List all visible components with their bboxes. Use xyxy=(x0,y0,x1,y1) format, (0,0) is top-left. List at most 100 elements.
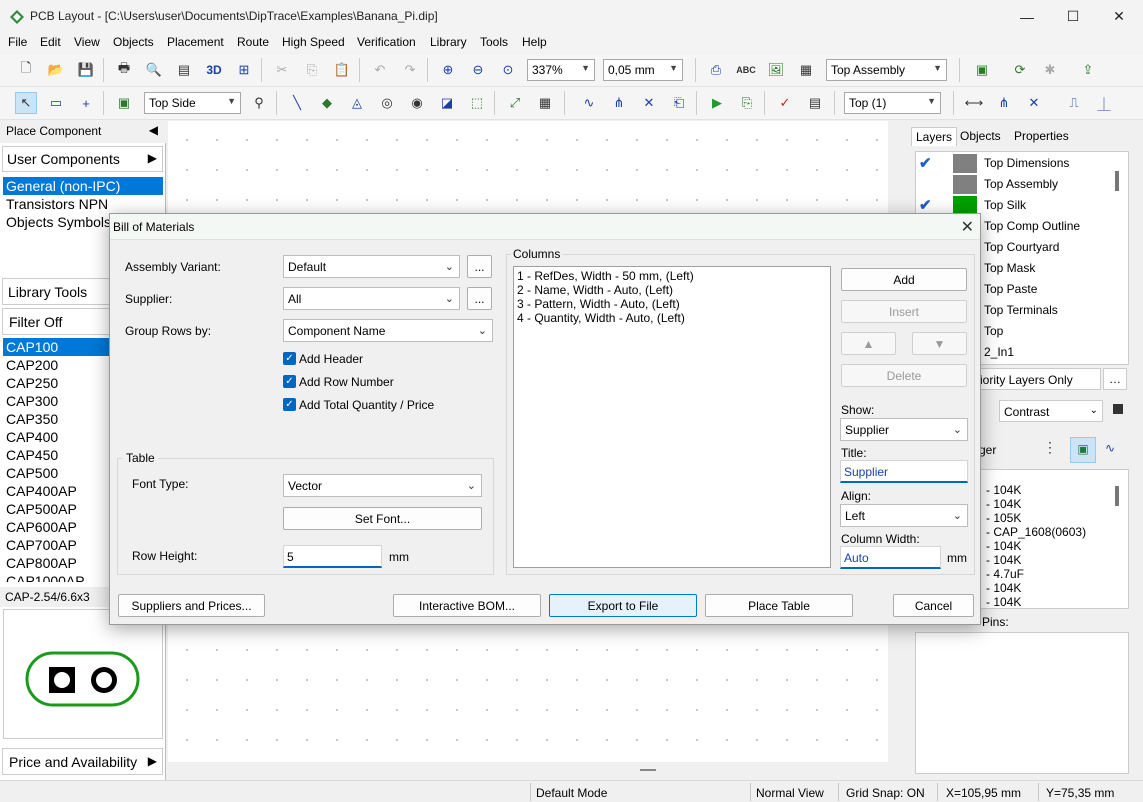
tab-properties[interactable]: Properties xyxy=(1010,127,1073,145)
menu-tools[interactable]: Tools xyxy=(480,35,508,49)
price-availability-button[interactable]: Price and Availability ▶ xyxy=(2,748,163,775)
menu-file[interactable]: File xyxy=(8,35,27,49)
column-title-input[interactable]: Supplier xyxy=(840,460,968,483)
menu-objects[interactable]: Objects xyxy=(113,35,154,49)
copper-pour-icon[interactable]: ◪ xyxy=(436,92,458,114)
interactive-bom-button[interactable]: Interactive BOM... xyxy=(393,594,541,617)
print-settings-icon[interactable]: ⎙ xyxy=(705,59,727,81)
tab-layers[interactable]: Layers xyxy=(911,127,958,146)
horizontal-scrollbar[interactable] xyxy=(168,762,888,780)
suppliers-prices-button[interactable]: Suppliers and Prices... xyxy=(118,594,265,617)
list-item[interactable]: 1 - RefDes, Width - 50 mm, (Left) xyxy=(517,269,827,283)
menu-route[interactable]: Route xyxy=(237,35,269,49)
status-grid-snap[interactable]: Grid Snap: ON xyxy=(846,786,925,800)
save-icon[interactable]: 💾 xyxy=(75,59,97,81)
list-item[interactable]: 3 - Pattern, Width - Auto, (Left) xyxy=(517,297,827,311)
length-icon[interactable]: ⟷ xyxy=(963,92,985,114)
cut-icon[interactable]: ✂ xyxy=(271,59,293,81)
print-preview-icon[interactable]: 🔍 xyxy=(143,59,165,81)
qr-code-icon[interactable]: ▦ xyxy=(795,59,817,81)
run-autorouter-icon[interactable]: ▶ xyxy=(706,92,728,114)
hole-icon[interactable]: ◉ xyxy=(406,92,428,114)
menu-verification[interactable]: Verification xyxy=(357,35,416,49)
paste-icon[interactable]: 📋 xyxy=(331,59,353,81)
scroll-grip[interactable] xyxy=(640,769,656,771)
component-manager-icon[interactable]: ▣ xyxy=(1070,437,1096,463)
place-component-icon[interactable]: ▣ xyxy=(113,92,135,114)
trace-icon[interactable]: ∿ xyxy=(578,92,600,114)
board-side-combo[interactable]: Top Side ▼ xyxy=(144,92,241,114)
move-up-button[interactable]: ▲ xyxy=(841,332,896,355)
priority-layers-button[interactable]: iority Layers Only xyxy=(969,368,1101,390)
list-item[interactable]: - 104K xyxy=(986,539,1086,553)
move-down-button[interactable]: ▼ xyxy=(912,332,967,355)
route-setup-icon[interactable]: ⎘ xyxy=(736,92,758,114)
menu-edit[interactable]: Edit xyxy=(40,35,61,49)
net-properties-icon[interactable]: ⎗ xyxy=(668,92,690,114)
font-type-select[interactable]: Vector ⌄ xyxy=(283,474,482,497)
list-item[interactable]: - 105K xyxy=(986,511,1086,525)
list-item[interactable]: 4 - Quantity, Width - Auto, (Left) xyxy=(517,311,827,325)
pins-list[interactable] xyxy=(915,632,1129,774)
insert-column-button[interactable]: Insert xyxy=(841,300,967,323)
net-connect-icon[interactable]: ✕ xyxy=(638,92,660,114)
refresh-components-icon[interactable]: ⟳ xyxy=(1009,59,1031,81)
assembly-layer-combo[interactable]: Top Assembly ▼ xyxy=(826,59,947,81)
fanout-icon[interactable]: ⋔ xyxy=(608,92,630,114)
zoom-in-icon[interactable]: ⊕ xyxy=(437,59,459,81)
image-icon[interactable]: 🖼 xyxy=(765,59,787,81)
show-select[interactable]: Supplier ⌄ xyxy=(840,418,968,441)
menu-high-speed[interactable]: High Speed xyxy=(282,35,345,49)
minimize-button[interactable]: — xyxy=(1004,0,1050,33)
list-item[interactable]: - 104K xyxy=(986,553,1086,567)
list-item[interactable]: - 104K xyxy=(986,497,1086,511)
route-line-icon[interactable]: ╲ xyxy=(286,92,308,114)
column-width-input[interactable]: Auto xyxy=(840,546,941,569)
maximize-button[interactable]: ☐ xyxy=(1050,0,1096,33)
contrast-combo[interactable]: Contrast ⌄ xyxy=(999,400,1103,422)
export-icon[interactable]: ⇪ xyxy=(1077,59,1099,81)
cross-net-icon[interactable]: ✕ xyxy=(1023,92,1045,114)
cancel-button[interactable]: Cancel xyxy=(893,594,974,617)
manager-scroll-thumb[interactable] xyxy=(1115,486,1119,506)
list-item[interactable]: - 104K xyxy=(986,581,1086,595)
manager-list-icon[interactable]: ⋮ xyxy=(1043,439,1057,456)
add-row-number-checkbox[interactable]: ✓ xyxy=(283,375,296,388)
layer-options-button[interactable]: … xyxy=(1103,368,1127,390)
shape-icon[interactable]: ⬚ xyxy=(466,92,488,114)
zoom-fit-icon[interactable]: ⊙ xyxy=(497,59,519,81)
undo-icon[interactable]: ↶ xyxy=(369,59,391,81)
export-to-file-button[interactable]: Export to File xyxy=(549,594,697,617)
close-window-button[interactable]: ✕ xyxy=(1096,0,1142,33)
net-manager-icon[interactable]: ∿ xyxy=(1105,441,1115,455)
grid-size-combo[interactable]: 0,05 mm ▼ xyxy=(603,59,683,81)
print-icon[interactable]: 🖶 xyxy=(113,59,135,81)
3d-view-icon[interactable]: 3D xyxy=(203,59,225,81)
align-select[interactable]: Left ⌄ xyxy=(840,504,968,527)
redo-icon[interactable]: ↷ xyxy=(399,59,421,81)
layer-scroll-thumb[interactable] xyxy=(1115,171,1119,191)
check-icon[interactable]: ✔ xyxy=(919,154,943,173)
list-item[interactable]: - 104K xyxy=(986,595,1086,609)
pan-icon[interactable]: ▭ xyxy=(45,92,67,114)
collapse-icon[interactable]: ◀ xyxy=(149,123,158,137)
zoom-out-icon[interactable]: ⊖ xyxy=(467,59,489,81)
tab-objects[interactable]: Objects xyxy=(956,127,1005,145)
add-total-checkbox[interactable]: ✓ xyxy=(283,398,296,411)
step-icon[interactable]: ⏊ xyxy=(1093,92,1115,114)
unlink-icon[interactable]: ✱ xyxy=(1039,59,1061,81)
layer-row[interactable]: ✔ Top Dimensions xyxy=(915,153,1110,174)
list-item[interactable]: - 104K xyxy=(986,483,1086,497)
pointer-icon[interactable]: ↖ xyxy=(15,92,37,114)
supplier-more-button[interactable]: ... xyxy=(467,287,492,310)
library-item[interactable]: Transistors NPN xyxy=(3,195,163,213)
report-icon[interactable]: ▤ xyxy=(173,59,195,81)
component-icon[interactable]: ▣ xyxy=(971,59,993,81)
place-table-button[interactable]: Place Table xyxy=(705,594,853,617)
row-height-input[interactable]: 5 xyxy=(283,545,382,568)
menu-view[interactable]: View xyxy=(74,35,100,49)
pad-icon[interactable]: ◆ xyxy=(316,92,338,114)
list-item[interactable]: - 4.7uF xyxy=(986,567,1086,581)
close-icon[interactable]: ✕ xyxy=(961,217,974,237)
group-rows-select[interactable]: Component Name ⌄ xyxy=(283,319,493,342)
